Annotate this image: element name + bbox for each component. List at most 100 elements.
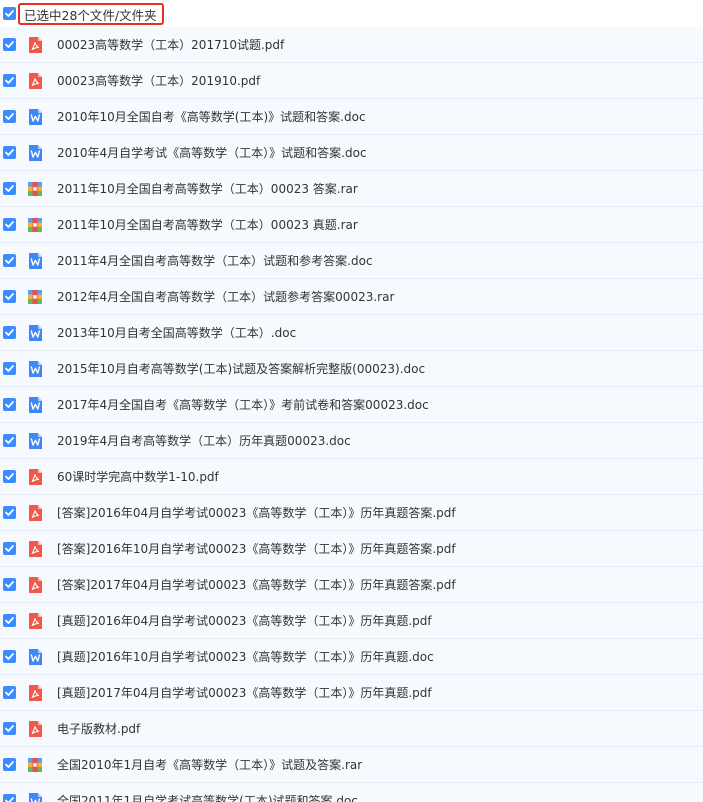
file-checkbox[interactable]	[3, 290, 16, 303]
file-selection-panel: 已选中28个文件/文件夹 00023高等数学（工本）201710试题.pdf 00…	[0, 0, 703, 802]
file-checkbox[interactable]	[3, 362, 16, 375]
file-name[interactable]: 2017年4月全国自考《高等数学（工本）》考前试卷和答案00023.doc	[57, 396, 429, 413]
word-file-icon	[26, 324, 44, 342]
pdf-file-icon	[26, 504, 44, 522]
file-row[interactable]: [真题]2017年04月自学考试00023《高等数学（工本）》历年真题.pdf	[0, 675, 703, 711]
file-row[interactable]: 全国2010年1月自考《高等数学（工本）》试题及答案.rar	[0, 747, 703, 783]
file-name[interactable]: [答案]2017年04月自学考试00023《高等数学（工本）》历年真题答案.pd…	[57, 576, 456, 593]
file-row[interactable]: [真题]2016年10月自学考试00023《高等数学（工本）》历年真题.doc	[0, 639, 703, 675]
file-row[interactable]: [答案]2016年04月自学考试00023《高等数学（工本）》历年真题答案.pd…	[0, 495, 703, 531]
file-row[interactable]: 60课时学完高中数学1-10.pdf	[0, 459, 703, 495]
file-name[interactable]: [真题]2016年04月自学考试00023《高等数学（工本）》历年真题.pdf	[57, 612, 432, 629]
check-icon	[5, 761, 14, 768]
file-row[interactable]: 00023高等数学（工本）201910.pdf	[0, 63, 703, 99]
file-checkbox[interactable]	[3, 758, 16, 771]
check-icon	[5, 257, 14, 264]
file-name[interactable]: [真题]2016年10月自学考试00023《高等数学（工本）》历年真题.doc	[57, 648, 434, 665]
file-name[interactable]: 2011年10月全国自考高等数学（工本）00023 真题.rar	[57, 216, 358, 233]
select-all-checkbox[interactable]	[3, 7, 16, 20]
file-row[interactable]: [真题]2016年04月自学考试00023《高等数学（工本）》历年真题.pdf	[0, 603, 703, 639]
check-icon	[5, 617, 14, 624]
file-name[interactable]: 2019年4月自考高等数学（工本）历年真题00023.doc	[57, 432, 351, 449]
word-file-icon	[26, 252, 44, 270]
check-icon	[5, 329, 14, 336]
file-row[interactable]: 2019年4月自考高等数学（工本）历年真题00023.doc	[0, 423, 703, 459]
file-name[interactable]: 60课时学完高中数学1-10.pdf	[57, 468, 219, 485]
file-name[interactable]: 2011年10月全国自考高等数学（工本）00023 答案.rar	[57, 180, 358, 197]
archive-file-icon	[26, 216, 44, 234]
file-checkbox[interactable]	[3, 614, 16, 627]
pdf-file-icon	[26, 36, 44, 54]
check-icon	[5, 797, 14, 802]
file-checkbox[interactable]	[3, 146, 16, 159]
word-file-icon	[26, 792, 44, 802]
file-checkbox[interactable]	[3, 218, 16, 231]
file-checkbox[interactable]	[3, 434, 16, 447]
file-name[interactable]: [答案]2016年10月自学考试00023《高等数学（工本）》历年真题答案.pd…	[57, 540, 456, 557]
file-row[interactable]: 2011年4月全国自考高等数学（工本）试题和参考答案.doc	[0, 243, 703, 279]
file-row[interactable]: 2013年10月自考全国高等数学（工本）.doc	[0, 315, 703, 351]
check-icon	[5, 185, 14, 192]
file-name[interactable]: 2010年4月自学考试《高等数学（工本）》试题和答案.doc	[57, 144, 367, 161]
file-row[interactable]: 2011年10月全国自考高等数学（工本）00023 答案.rar	[0, 171, 703, 207]
check-icon	[5, 653, 14, 660]
file-row[interactable]: 全国2011年1月自学考试高等数学(工本)试题和答案.doc	[0, 783, 703, 802]
pdf-file-icon	[26, 72, 44, 90]
file-checkbox[interactable]	[3, 110, 16, 123]
file-name[interactable]: 全国2010年1月自考《高等数学（工本）》试题及答案.rar	[57, 756, 362, 773]
file-name[interactable]: 2012年4月全国自考高等数学（工本）试题参考答案00023.rar	[57, 288, 394, 305]
file-checkbox[interactable]	[3, 722, 16, 735]
file-row[interactable]: 00023高等数学（工本）201710试题.pdf	[0, 27, 703, 63]
pdf-file-icon	[26, 720, 44, 738]
check-icon	[5, 581, 14, 588]
check-icon	[5, 509, 14, 516]
file-row[interactable]: 2011年10月全国自考高等数学（工本）00023 真题.rar	[0, 207, 703, 243]
file-checkbox[interactable]	[3, 578, 16, 591]
pdf-file-icon	[26, 684, 44, 702]
file-checkbox[interactable]	[3, 398, 16, 411]
file-checkbox[interactable]	[3, 470, 16, 483]
file-name[interactable]: 00023高等数学（工本）201910.pdf	[57, 72, 260, 89]
file-name[interactable]: 电子版教材.pdf	[57, 720, 140, 737]
file-checkbox[interactable]	[3, 38, 16, 51]
file-name[interactable]: 全国2011年1月自学考试高等数学(工本)试题和答案.doc	[57, 792, 358, 802]
file-row[interactable]: 电子版教材.pdf	[0, 711, 703, 747]
check-icon	[5, 149, 14, 156]
file-checkbox[interactable]	[3, 74, 16, 87]
file-list: 00023高等数学（工本）201710试题.pdf 00023高等数学（工本）20…	[0, 27, 703, 802]
file-name[interactable]: 2015年10月自考高等数学(工本)试题及答案解析完整版(00023).doc	[57, 360, 425, 377]
selection-count: 已选中28个文件/文件夹	[18, 2, 164, 25]
file-row[interactable]: 2012年4月全国自考高等数学（工本）试题参考答案00023.rar	[0, 279, 703, 315]
file-name[interactable]: [真题]2017年04月自学考试00023《高等数学（工本）》历年真题.pdf	[57, 684, 432, 701]
file-row[interactable]: 2017年4月全国自考《高等数学（工本）》考前试卷和答案00023.doc	[0, 387, 703, 423]
file-checkbox[interactable]	[3, 686, 16, 699]
check-icon	[5, 10, 14, 17]
file-checkbox[interactable]	[3, 254, 16, 267]
check-icon	[5, 545, 14, 552]
file-row[interactable]: 2015年10月自考高等数学(工本)试题及答案解析完整版(00023).doc	[0, 351, 703, 387]
file-checkbox[interactable]	[3, 506, 16, 519]
file-checkbox[interactable]	[3, 326, 16, 339]
word-file-icon	[26, 396, 44, 414]
word-file-icon	[26, 432, 44, 450]
file-checkbox[interactable]	[3, 542, 16, 555]
file-row[interactable]: [答案]2017年04月自学考试00023《高等数学（工本）》历年真题答案.pd…	[0, 567, 703, 603]
file-name[interactable]: 2010年10月全国自考《高等数学(工本)》试题和答案.doc	[57, 108, 366, 125]
file-row[interactable]: 2010年4月自学考试《高等数学（工本）》试题和答案.doc	[0, 135, 703, 171]
check-icon	[5, 689, 14, 696]
file-name[interactable]: 2013年10月自考全国高等数学（工本）.doc	[57, 324, 296, 341]
file-row[interactable]: [答案]2016年10月自学考试00023《高等数学（工本）》历年真题答案.pd…	[0, 531, 703, 567]
file-checkbox[interactable]	[3, 650, 16, 663]
word-file-icon	[26, 648, 44, 666]
file-name[interactable]: [答案]2016年04月自学考试00023《高等数学（工本）》历年真题答案.pd…	[57, 504, 456, 521]
file-checkbox[interactable]	[3, 794, 16, 802]
check-icon	[5, 473, 14, 480]
file-name[interactable]: 2011年4月全国自考高等数学（工本）试题和参考答案.doc	[57, 252, 373, 269]
file-checkbox[interactable]	[3, 182, 16, 195]
file-row[interactable]: 2010年10月全国自考《高等数学(工本)》试题和答案.doc	[0, 99, 703, 135]
selection-header: 已选中28个文件/文件夹	[0, 0, 703, 27]
archive-file-icon	[26, 288, 44, 306]
file-name[interactable]: 00023高等数学（工本）201710试题.pdf	[57, 36, 284, 53]
check-icon	[5, 221, 14, 228]
check-icon	[5, 365, 14, 372]
